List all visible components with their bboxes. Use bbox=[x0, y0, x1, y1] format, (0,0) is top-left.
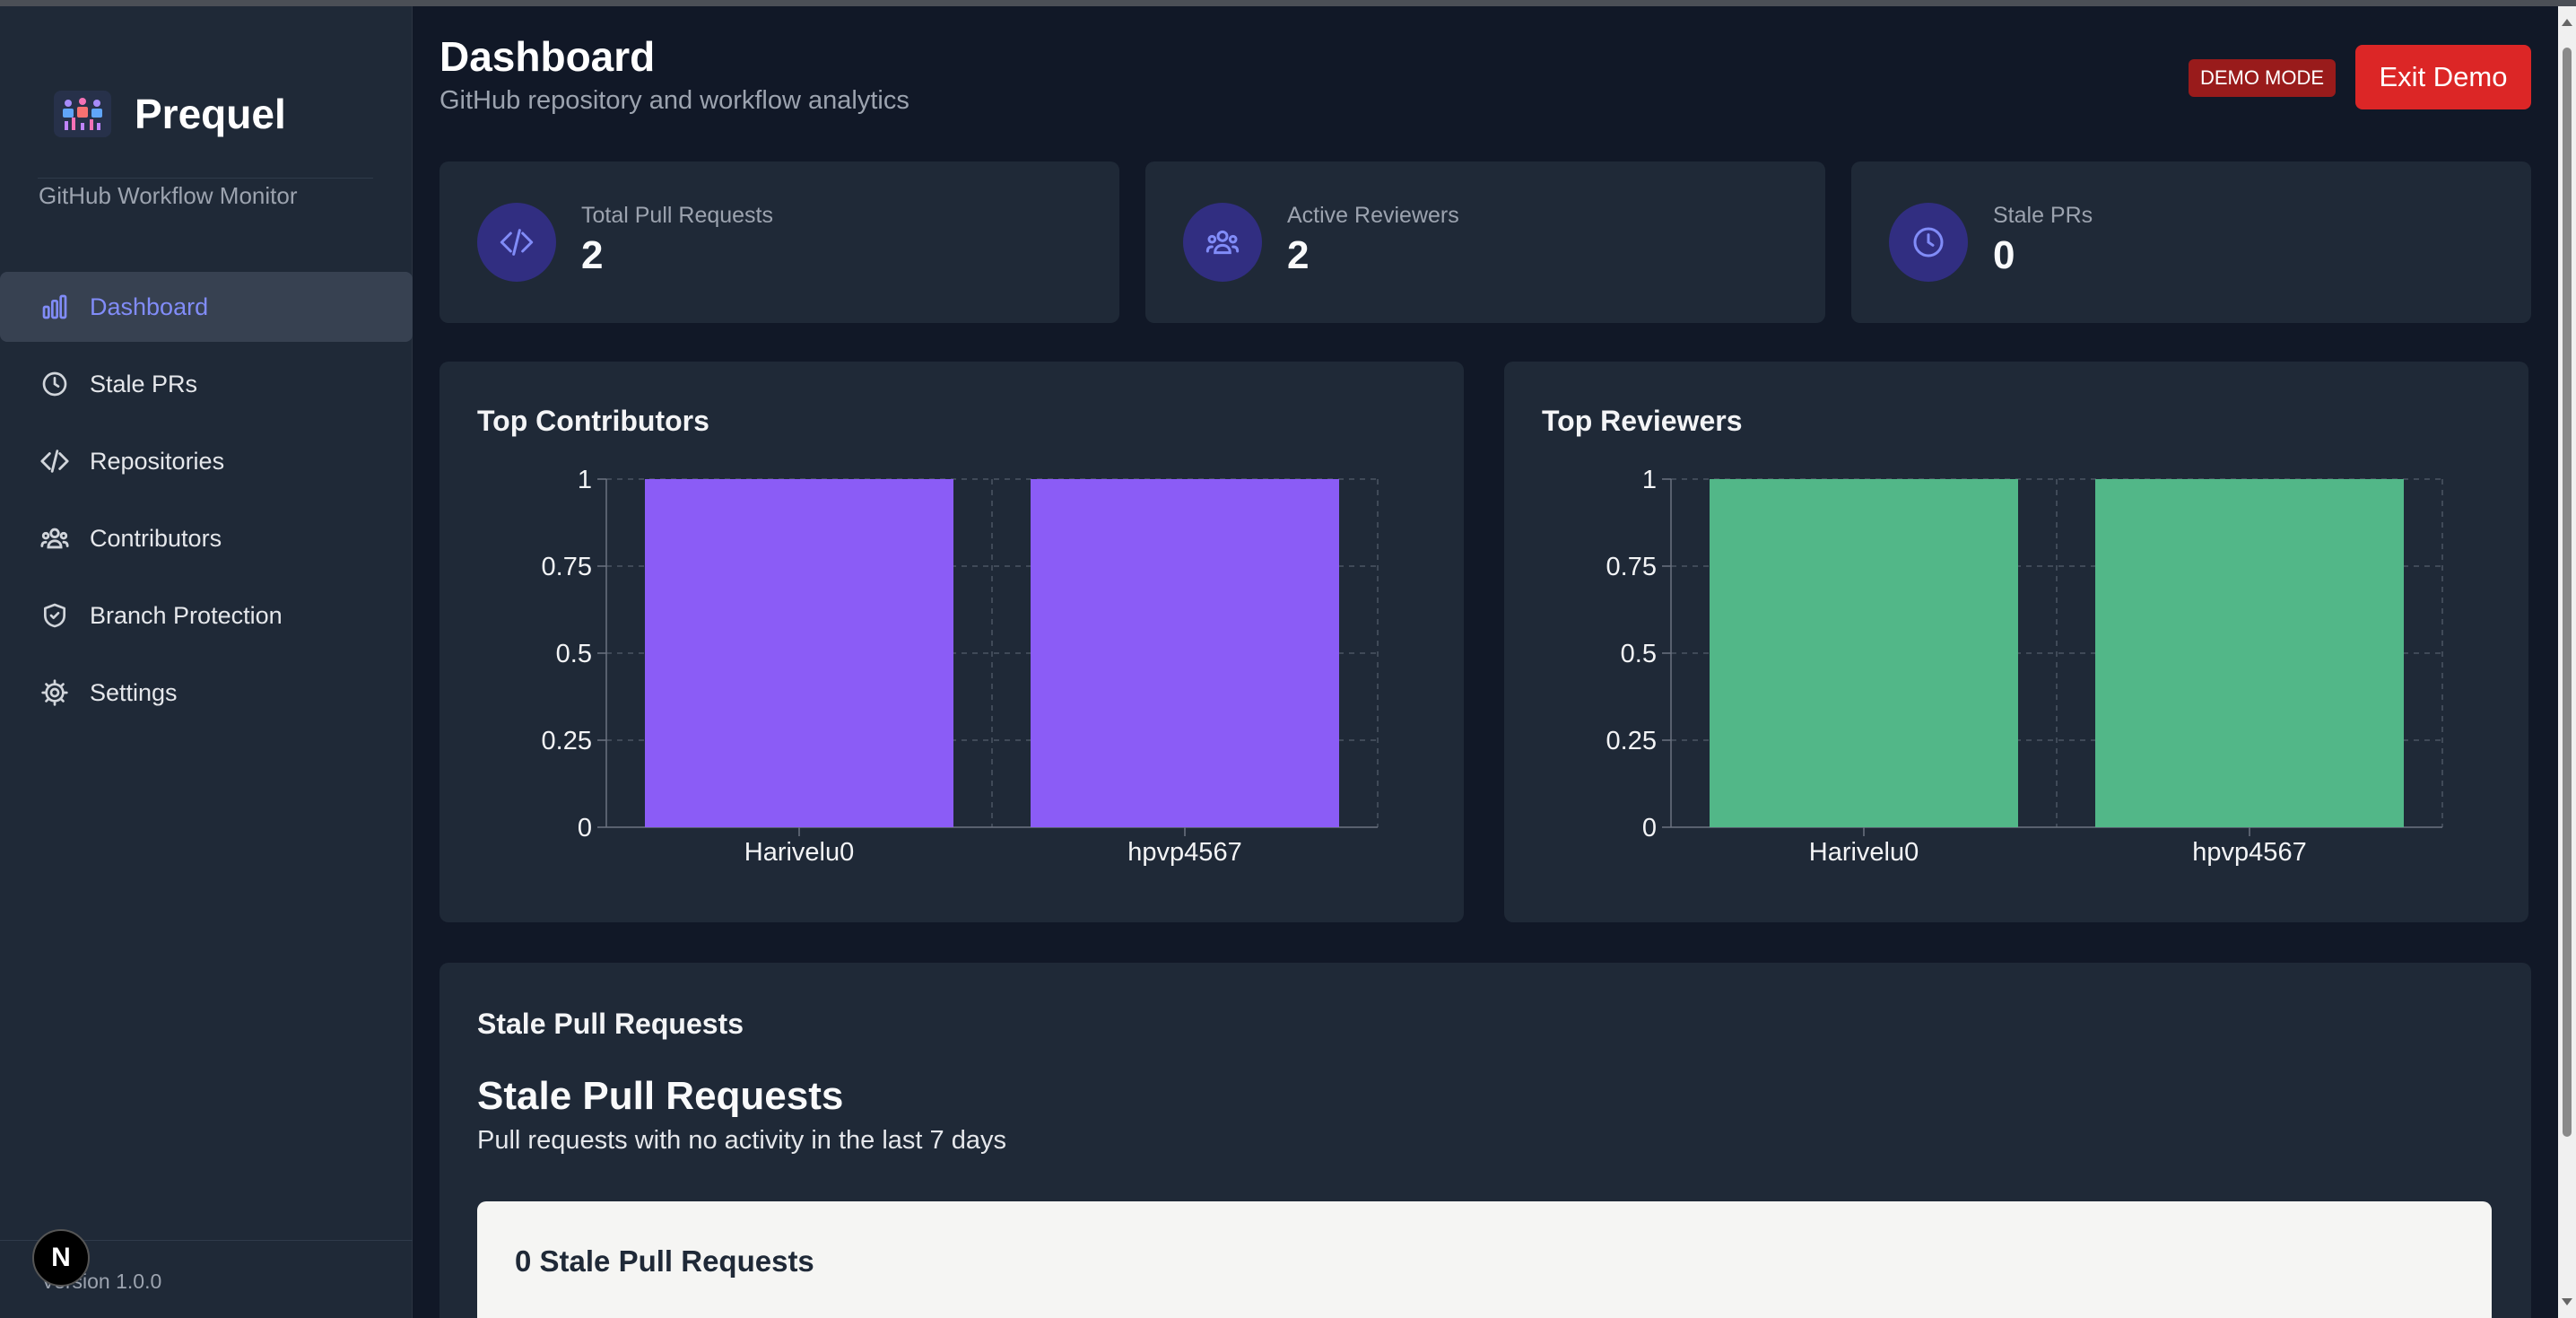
bar[interactable] bbox=[645, 479, 953, 827]
brand[interactable]: Prequel bbox=[38, 49, 373, 179]
bar[interactable] bbox=[1031, 479, 1339, 827]
top-reviewers-card: Top Reviewers 0 0.25 0.5 0.75 1 Harivelu0 hpvp… bbox=[1504, 362, 2528, 922]
sidebar-item-label: Contributors bbox=[90, 524, 222, 552]
x-tick-label: Harivelu0 bbox=[1809, 838, 1919, 867]
stale-prs-description: Pull requests with no activity in the la… bbox=[477, 1126, 1006, 1155]
sidebar-item-label: Stale PRs bbox=[90, 370, 198, 397]
top-contributors-chart: 0 0.25 0.5 0.75 1 Harivelu0 hpvp4567 bbox=[542, 466, 1379, 867]
y-tick-label: 0.75 bbox=[542, 553, 592, 581]
sidebar-item-contributors[interactable]: Contributors bbox=[0, 503, 413, 573]
y-tick-label: 0.5 bbox=[556, 640, 592, 668]
stat-card-total-prs: Total Pull Requests 2 bbox=[439, 161, 1119, 323]
gear-icon bbox=[39, 677, 70, 708]
page-title: Dashboard bbox=[439, 33, 656, 80]
sidebar-item-label: Settings bbox=[90, 678, 178, 706]
stat-value: 0 bbox=[1993, 233, 2015, 277]
y-tick-label: 0.5 bbox=[1621, 640, 1657, 668]
sidebar: Prequel GitHub Workflow Monitor Dashboar… bbox=[0, 6, 413, 1318]
y-tick-label: 1 bbox=[1642, 466, 1657, 494]
scroll-up-arrow-icon[interactable] bbox=[2562, 19, 2572, 26]
dev-tools-badge[interactable]: N bbox=[32, 1229, 90, 1287]
sidebar-nav: Dashboard Stale PRs Repositories Contrib… bbox=[0, 272, 413, 735]
sidebar-item-label: Repositories bbox=[90, 447, 225, 475]
clock-icon bbox=[1889, 203, 1968, 282]
stale-prs-list: 0 Stale Pull Requests bbox=[477, 1201, 2492, 1318]
code-icon bbox=[39, 446, 70, 476]
y-tick-label: 0.75 bbox=[1606, 553, 1657, 581]
scroll-down-arrow-icon[interactable] bbox=[2562, 1298, 2572, 1305]
sidebar-item-branch-protection[interactable]: Branch Protection bbox=[0, 580, 413, 650]
sidebar-item-stale-prs[interactable]: Stale PRs bbox=[0, 349, 413, 419]
stat-label: Stale PRs bbox=[1993, 203, 2093, 228]
window-top-border bbox=[0, 0, 2576, 6]
sidebar-item-settings[interactable]: Settings bbox=[0, 658, 413, 728]
y-tick-label: 0.25 bbox=[1606, 727, 1657, 755]
sidebar-item-repositories[interactable]: Repositories bbox=[0, 426, 413, 496]
bar[interactable] bbox=[2095, 479, 2404, 827]
top-contributors-card: Top Contributors 0 0.25 0.5 0.75 1 Harivelu0 h… bbox=[439, 362, 1464, 922]
stale-prs-title: Stale Pull Requests bbox=[477, 1074, 844, 1118]
app-subtitle: GitHub Workflow Monitor bbox=[39, 182, 298, 209]
x-tick-label: hpvp4567 bbox=[2192, 838, 2306, 867]
users-icon bbox=[1183, 203, 1262, 282]
app-logo-icon bbox=[54, 90, 111, 137]
sidebar-item-dashboard[interactable]: Dashboard bbox=[0, 272, 413, 342]
section-heading: Stale Pull Requests bbox=[477, 1008, 744, 1040]
bar[interactable] bbox=[1710, 479, 2018, 827]
exit-demo-button[interactable]: Exit Demo bbox=[2355, 45, 2531, 109]
stat-value: 2 bbox=[1287, 233, 1310, 277]
code-icon bbox=[477, 203, 556, 282]
scrollbar-thumb[interactable] bbox=[2563, 48, 2572, 1137]
top-reviewers-chart: 0 0.25 0.5 0.75 1 Harivelu0 hpvp4567 bbox=[1606, 466, 2443, 867]
y-tick-label: 0 bbox=[1642, 814, 1657, 842]
users-icon bbox=[39, 523, 70, 554]
stale-prs-count: 0 Stale Pull Requests bbox=[515, 1244, 814, 1278]
stat-card-stale-prs: Stale PRs 0 bbox=[1851, 161, 2531, 323]
stale-prs-section: Stale Pull Requests Stale Pull Requests … bbox=[439, 963, 2531, 1318]
page-scrollbar[interactable] bbox=[2558, 6, 2576, 1318]
x-tick-label: hpvp4567 bbox=[1127, 838, 1241, 867]
stat-label: Total Pull Requests bbox=[581, 203, 774, 228]
x-tick-label: Harivelu0 bbox=[744, 838, 855, 867]
sidebar-item-label: Branch Protection bbox=[90, 601, 283, 629]
clock-icon bbox=[39, 369, 70, 399]
demo-mode-badge: DEMO MODE bbox=[2189, 59, 2336, 97]
y-tick-label: 1 bbox=[578, 466, 592, 494]
stat-card-active-reviewers: Active Reviewers 2 bbox=[1145, 161, 1825, 323]
app-name: Prequel bbox=[135, 90, 286, 137]
stat-value: 2 bbox=[581, 233, 604, 277]
page-subtitle: GitHub repository and workflow analytics bbox=[439, 86, 909, 115]
sidebar-item-label: Dashboard bbox=[90, 292, 209, 320]
shield-icon bbox=[39, 600, 70, 631]
stat-label: Active Reviewers bbox=[1287, 203, 1459, 228]
y-tick-label: 0.25 bbox=[542, 727, 592, 755]
bar-chart-icon bbox=[39, 292, 70, 322]
y-tick-label: 0 bbox=[578, 814, 592, 842]
